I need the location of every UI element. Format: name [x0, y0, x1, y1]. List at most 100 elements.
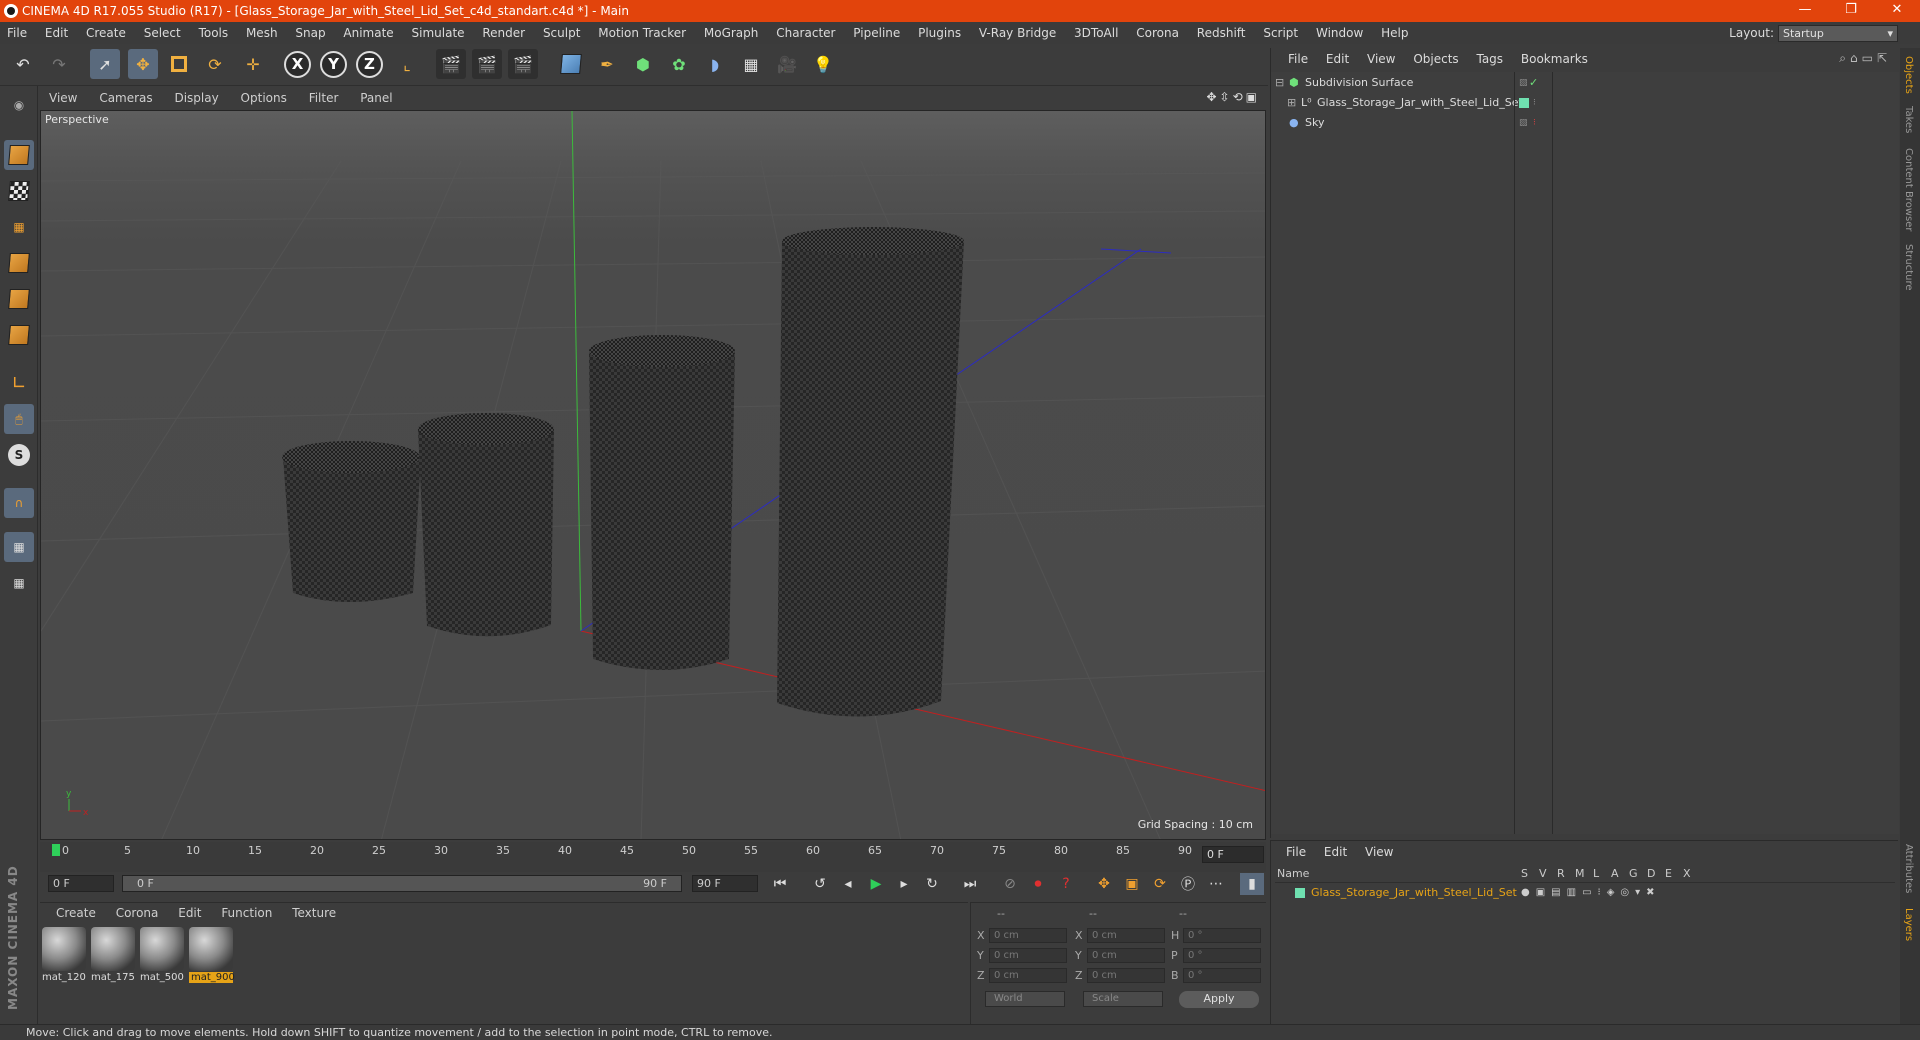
tab-content-browser[interactable]: Content Browser — [1903, 148, 1914, 231]
step-back-button[interactable]: ◂ — [836, 873, 860, 895]
redo-button[interactable]: ↷ — [44, 49, 74, 79]
key-pla-button[interactable]: ⋯ — [1204, 873, 1228, 895]
render-view-button[interactable]: 🎬 — [436, 49, 466, 79]
floor-button[interactable]: ▦ — [736, 49, 766, 79]
material-swatch[interactable]: mat_120 — [42, 927, 86, 985]
material-menu-texture[interactable]: Texture — [284, 903, 344, 923]
object-tree[interactable]: ⊟ ⬢ Subdivision Surface ▧ ✓ ⊞ L⁰ Glass_S… — [1271, 72, 1899, 834]
object-row-sky[interactable]: ● Sky ▧ ⁝ — [1271, 114, 1899, 132]
camera-button[interactable]: 🎥 — [772, 49, 802, 79]
apply-button[interactable]: Apply — [1179, 991, 1259, 1008]
layer-col-animation[interactable]: A — [1611, 867, 1619, 880]
key-param-button[interactable]: Ⓟ — [1176, 873, 1200, 895]
viewport-menu-panel[interactable]: Panel — [351, 88, 401, 108]
layer-col-expressions[interactable]: E — [1665, 867, 1672, 880]
object-menu-edit[interactable]: Edit — [1319, 48, 1356, 70]
light-button[interactable]: 💡 — [808, 49, 838, 79]
layer-menu-file[interactable]: File — [1279, 841, 1313, 863]
cloner-button[interactable]: ✿ — [664, 49, 694, 79]
material-menu-function[interactable]: Function — [213, 903, 280, 923]
object-menu-bookmarks[interactable]: Bookmarks — [1514, 48, 1595, 70]
subdivision-button[interactable]: ⬢ — [628, 49, 658, 79]
x-axis-lock-button[interactable]: X — [284, 51, 311, 78]
menu-tools[interactable]: Tools — [192, 22, 236, 44]
rotate-tool[interactable]: ⟳ — [200, 49, 230, 79]
viewport-menu-cameras[interactable]: Cameras — [90, 88, 161, 108]
menu-help[interactable]: Help — [1374, 22, 1415, 44]
size-x-field[interactable]: 0 cm — [1087, 928, 1165, 943]
key-position-button[interactable]: ✥ — [1092, 873, 1116, 895]
menu-select[interactable]: Select — [137, 22, 188, 44]
coordinate-system-button[interactable]: ⌞ — [392, 49, 422, 79]
material-menu-create[interactable]: Create — [48, 903, 104, 923]
scale-tool[interactable] — [164, 49, 194, 79]
record-keys-button[interactable]: ⊘ — [998, 873, 1022, 895]
column-divider[interactable] — [1552, 72, 1553, 834]
tab-structure[interactable]: Structure — [1903, 244, 1914, 291]
object-menu-tags[interactable]: Tags — [1469, 48, 1510, 70]
rotation-p-field[interactable]: 0 ° — [1183, 948, 1261, 963]
cube-object-button[interactable] — [556, 49, 586, 79]
tab-takes[interactable]: Takes — [1903, 106, 1914, 133]
menu-3dtoall[interactable]: 3DToAll — [1067, 22, 1125, 44]
visibility-dots[interactable]: ▧ — [1519, 114, 1528, 132]
menu-animate[interactable]: Animate — [336, 22, 400, 44]
material-menu-corona[interactable]: Corona — [108, 903, 167, 923]
layer-menu-edit[interactable]: Edit — [1317, 841, 1354, 863]
next-key-button[interactable]: ↻ — [920, 873, 944, 895]
pen-spline-button[interactable]: ✒ — [592, 49, 622, 79]
menu-simulate[interactable]: Simulate — [405, 22, 472, 44]
object-menu-objects[interactable]: Objects — [1406, 48, 1465, 70]
start-frame-field[interactable]: 0 F — [48, 875, 114, 892]
layer-menu-view[interactable]: View — [1358, 841, 1400, 863]
render-picture-viewer-button[interactable]: 🎬 — [472, 49, 502, 79]
key-scale-button[interactable]: ▣ — [1120, 873, 1144, 895]
planar-workplane-button[interactable]: ▦ — [4, 568, 34, 598]
layer-row[interactable]: Glass_Storage_Jar_with_Steel_Lid_Set ●▣▤… — [1275, 885, 1895, 901]
snap-button[interactable]: S — [4, 440, 34, 470]
keyframe-selection-button[interactable]: ? — [1054, 873, 1078, 895]
edges-mode-button[interactable] — [4, 284, 34, 314]
current-frame-field[interactable]: 0 F — [1202, 846, 1264, 863]
enable-check-icon[interactable]: ✓ — [1529, 74, 1538, 92]
position-x-field[interactable]: 0 cm — [989, 928, 1067, 943]
polygons-mode-button[interactable] — [4, 320, 34, 350]
live-selection-tool[interactable]: ➚ — [90, 49, 120, 79]
close-button[interactable]: ✕ — [1874, 0, 1920, 22]
size-z-field[interactable]: 0 cm — [1087, 968, 1165, 983]
size-mode-select[interactable]: Scale — [1083, 991, 1163, 1007]
layer-col-render[interactable]: R — [1557, 867, 1565, 880]
menu-motion-tracker[interactable]: Motion Tracker — [591, 22, 693, 44]
texture-mode-button[interactable] — [4, 176, 34, 206]
perspective-viewport[interactable]: y x Perspective Grid Spacing : 10 cm — [40, 110, 1266, 840]
menu-pipeline[interactable]: Pipeline — [846, 22, 907, 44]
material-menu-edit[interactable]: Edit — [170, 903, 209, 923]
menu-sculpt[interactable]: Sculpt — [536, 22, 587, 44]
tab-attributes[interactable]: Attributes — [1903, 844, 1914, 893]
move-tool[interactable]: ✥ — [128, 49, 158, 79]
viewport-menu-options[interactable]: Options — [232, 88, 296, 108]
coordinate-space-select[interactable]: World — [985, 991, 1065, 1007]
layer-col-deformers[interactable]: D — [1647, 867, 1655, 880]
workplane-button[interactable]: ▦ — [4, 212, 34, 242]
timeline-ruler[interactable]: 0 5 10 15 20 25 30 35 40 45 50 55 60 65 … — [40, 842, 1266, 872]
menu-mesh[interactable]: Mesh — [239, 22, 285, 44]
key-rotation-button[interactable]: ⟳ — [1148, 873, 1172, 895]
restore-button[interactable]: ❐ — [1828, 0, 1874, 22]
layer-col-generators[interactable]: G — [1629, 867, 1638, 880]
visibility-dots[interactable]: ▧ — [1519, 74, 1528, 92]
menu-mograph[interactable]: MoGraph — [697, 22, 766, 44]
recent-tools[interactable]: ✛ — [238, 49, 268, 79]
material-swatch[interactable]: mat_500 — [140, 927, 184, 985]
rotation-b-field[interactable]: 0 ° — [1183, 968, 1261, 983]
frame-range-slider[interactable]: 0 F 90 F — [122, 875, 682, 892]
object-row-jar-set[interactable]: ⊞ L⁰ Glass_Storage_Jar_with_Steel_Lid_Se… — [1271, 94, 1899, 112]
viewport-menu-view[interactable]: View — [40, 88, 86, 108]
tweak-mode-button[interactable]: 🖱 — [4, 404, 34, 434]
viewport-menu-display[interactable]: Display — [165, 88, 227, 108]
visibility-dots[interactable]: ⁝ — [1533, 94, 1536, 112]
menu-create[interactable]: Create — [79, 22, 133, 44]
deformer-button[interactable]: ◗ — [700, 49, 730, 79]
column-divider[interactable] — [1514, 72, 1515, 834]
play-button[interactable]: ▶ — [864, 873, 888, 895]
